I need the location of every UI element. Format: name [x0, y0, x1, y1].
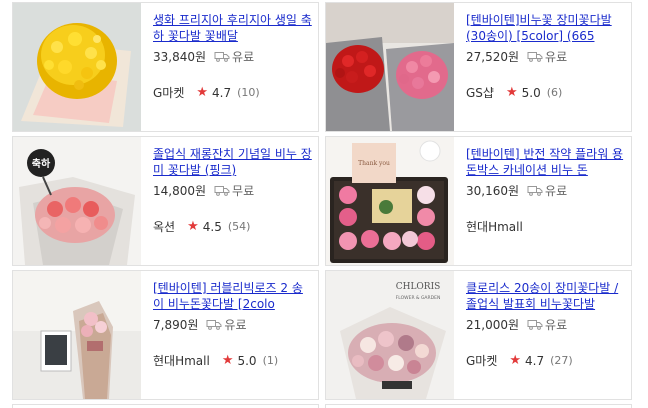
shipping-fee: 유료 — [545, 50, 568, 64]
product-image[interactable]: CHLORIS FLOWER & GARDEN — [326, 271, 454, 399]
seller-name: 현대Hmall — [153, 354, 210, 368]
product-title[interactable]: 졸업식 재롱잔치 기념일 비누 장미 꽃다발 (핑크) — [153, 146, 313, 178]
product-image[interactable] — [326, 3, 454, 131]
product-title[interactable]: [텐바이텐] 반전 작약 플라워 용돈박스 카네이션 비누 돈 — [466, 146, 626, 178]
image-card-text: Thank you — [358, 160, 390, 167]
truck-icon — [527, 320, 543, 330]
seller-name: G마켓 — [153, 86, 185, 100]
review-count: (10) — [237, 86, 260, 99]
product-card-partial[interactable] — [325, 404, 632, 408]
rating-value: 5.0 — [521, 85, 541, 100]
truck-icon — [206, 320, 222, 330]
review-count: (6) — [546, 86, 563, 99]
product-grid: 생화 프리지아 후리지아 생일 축하 꽃다발 꽃배달 33,840원 유료 G마… — [0, 0, 648, 408]
product-title[interactable]: [텐바이텐] 러블리빅로즈 2 송이 비누돈꽃다발 [2colo — [153, 280, 313, 312]
product-price: 30,160원 — [466, 184, 520, 198]
shipping-fee: 유료 — [545, 184, 568, 198]
rating-value: 4.7 — [525, 353, 545, 368]
product-card[interactable]: [텐바이텐]비누꽃 장미꽃다발 (30송이) [5color] (665 27,… — [325, 2, 632, 132]
rating-value: 4.5 — [202, 219, 222, 234]
product-price: 21,000원 — [466, 318, 520, 332]
star-icon: ★ — [505, 85, 518, 100]
product-image[interactable] — [13, 3, 141, 131]
star-icon: ★ — [187, 219, 199, 234]
shipping-fee: 유료 — [232, 50, 255, 64]
truck-icon — [527, 186, 543, 196]
image-brand-sub-text: FLOWER & GARDEN — [396, 295, 441, 301]
shipping-fee: 무료 — [232, 184, 255, 198]
truck-icon — [527, 52, 543, 62]
product-card[interactable]: Thank you [텐바이텐] 반전 작약 플라워 용돈박스 카네이션 비누 … — [325, 136, 632, 266]
shipping-fee: 유료 — [545, 318, 568, 332]
product-card[interactable]: [텐바이텐] 러블리빅로즈 2 송이 비누돈꽃다발 [2colo 7,890원 … — [12, 270, 319, 400]
product-price: 33,840원 — [153, 50, 207, 64]
shipping-fee: 유료 — [224, 318, 247, 332]
product-card[interactable]: CHLORIS FLOWER & GARDEN 클로리스 20송이 장미꽃다발 … — [325, 270, 632, 400]
rating-value: 5.0 — [237, 353, 257, 368]
star-icon: ★ — [221, 353, 234, 368]
rating-value: 4.7 — [212, 85, 232, 100]
review-count: (27) — [550, 354, 573, 367]
product-image[interactable]: 축하 — [13, 137, 141, 265]
product-title[interactable]: 생화 프리지아 후리지아 생일 축하 꽃다발 꽃배달 — [153, 12, 313, 44]
image-brand-text: CHLORIS — [396, 282, 441, 292]
product-price: 7,890원 — [153, 318, 199, 332]
product-price: 27,520원 — [466, 50, 520, 64]
image-sign-text: 축하 — [32, 157, 51, 170]
seller-name: 현대Hmall — [466, 220, 523, 234]
product-image[interactable] — [13, 271, 141, 399]
product-title[interactable]: [텐바이텐]비누꽃 장미꽃다발 (30송이) [5color] (665 — [466, 12, 626, 44]
product-card-partial[interactable] — [12, 404, 319, 408]
star-icon: ★ — [196, 85, 209, 100]
product-card[interactable]: 축하 졸업식 재롱잔치 기념일 비누 장미 꽃다발 (핑크) 14,800원 무… — [12, 136, 319, 266]
truck-icon — [214, 186, 230, 196]
seller-name: G마켓 — [466, 354, 498, 368]
review-count: (54) — [227, 220, 251, 233]
product-card[interactable]: 생화 프리지아 후리지아 생일 축하 꽃다발 꽃배달 33,840원 유료 G마… — [12, 2, 319, 132]
truck-icon — [214, 52, 230, 62]
product-price: 14,800원 — [153, 184, 207, 198]
product-title[interactable]: 클로리스 20송이 장미꽃다발 /졸업식 발표회 비누꽃다발 — [466, 280, 626, 312]
star-icon: ★ — [509, 353, 522, 368]
seller-name: GS샵 — [466, 86, 494, 100]
seller-name: 옥션 — [153, 220, 176, 234]
review-count: (1) — [262, 354, 279, 367]
product-image[interactable]: Thank you — [326, 137, 454, 265]
